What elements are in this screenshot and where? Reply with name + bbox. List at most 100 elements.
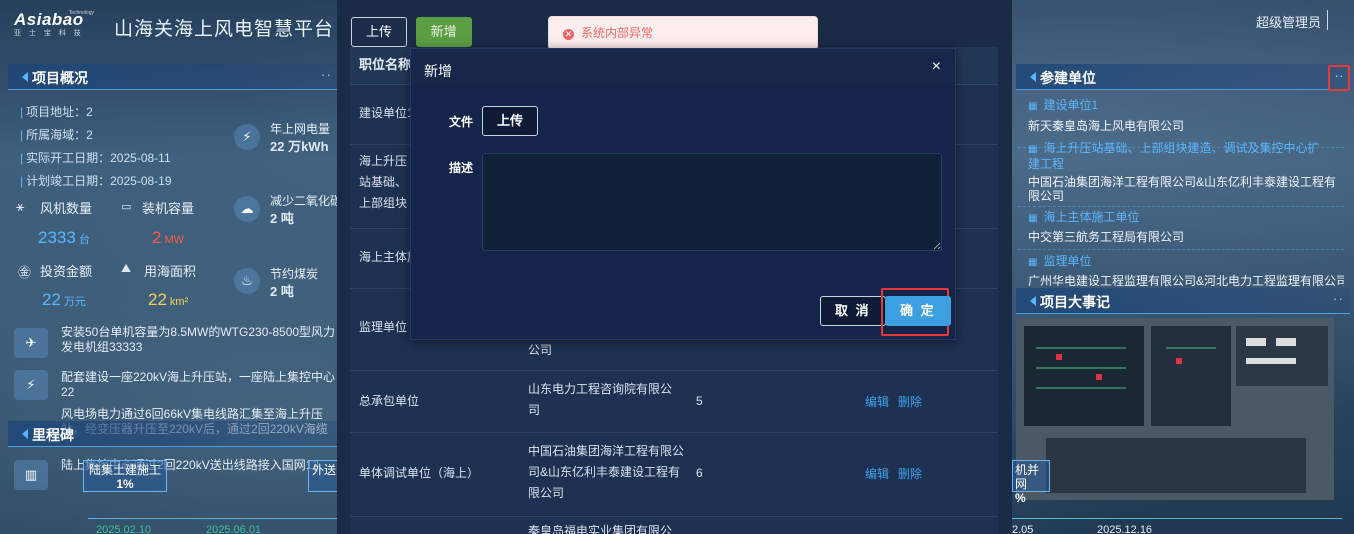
cell-company: 秦皇岛福电实业集团有限公 [528,524,673,534]
desc-station: 配套建设一座220kV海上升压站，一座陆上集控中心22 [61,370,336,399]
area-icon: ⛰ [121,261,132,275]
description-textarea[interactable] [482,153,942,251]
dialog-title: 新增 [424,63,452,79]
timeline-date-2: 2025.06.01 [206,524,262,534]
table-row: 秦皇岛福电实业集团有限公 [350,517,998,534]
unit-title: 海上升压站基础、上部组块建造、调试及集控中心扩建工程 [1028,141,1328,171]
unit-title: 海上主体施工单位 [1028,210,1344,226]
milestone-grid-name: 机并网 [1015,463,1040,491]
toast-message: 系统内部异常 [581,26,654,40]
capacity-value: 2 MW [152,228,185,247]
cell-position: 建设单位1 [359,106,414,120]
fans-value: 2333 台 [38,228,90,247]
turbine-icon: ✈ [14,328,48,358]
coal-label: 节约煤炭 [270,267,319,281]
events-more-button[interactable]: ·· [1333,290,1344,306]
app-title: 山海关海上风电智慧平台 [114,19,335,40]
unit-title: 建设单位1 [1028,98,1344,114]
overview-more-button[interactable]: ·· [321,66,332,82]
milestone-1-pct: 1% [116,477,134,491]
milestone-grid[interactable]: 机并网 % [1012,460,1050,505]
table-row: 单体调试单位（海上） 中国石油集团海洋工程有限公司&山东亿利丰泰建设工程有限公司… [350,433,998,517]
station-icon: ⚡ [14,370,48,400]
co2-label: 减少二氧化碳 [270,194,343,208]
info-end-date: 计划竣工日期：2025-08-19 [20,172,171,189]
header-divider [1327,10,1328,30]
cell-num: 5 [696,394,703,408]
milestone-grid-pct: % [1015,491,1026,505]
event-photo[interactable] [1016,318,1334,500]
milestone-1[interactable]: 陆集土建施工 1% [83,460,167,492]
coal-value: 2 吨 [270,284,294,299]
lightning-icon: ⚡ [234,124,260,150]
cell-company: 公司 [528,343,553,357]
cell-company: 山东电力工程咨询院有限公司 [528,382,673,417]
fan-icon: ⚹ [16,198,25,214]
edit-link[interactable]: 编辑 [865,464,889,485]
unit-item: 海上升压站基础、上部组块建造、调试及集控中心扩建工程 中国石油集团海洋工程有限公… [1018,141,1344,207]
info-address: 项目地址：2 [20,103,93,120]
cell-position: 单体调试单位（海上） [359,466,480,480]
delete-link[interactable]: 删除 [898,392,922,413]
edit-link[interactable]: 编辑 [865,392,889,413]
toolbar: 上传 新增 [351,17,472,47]
milestone-title: 里程碑 [16,425,74,445]
unit-name: 中国石油集团海洋工程有限公司&山东亿利丰泰建设工程有限公司 [1028,175,1337,203]
ok-button[interactable]: 确 定 [885,296,951,326]
timeline-date-4: 2025.12.16 [1097,524,1153,534]
units-panel-header: 参建单位 [1016,64,1350,90]
events-panel-header: 项目大事记 ·· [1016,288,1350,314]
info-sea-area: 所属海域：2 [20,126,93,143]
cancel-button[interactable]: 取 消 [820,296,886,326]
company-logo: Technology Asiabao 亚 士 宝 科 技 [14,10,94,42]
error-icon: ✕ [563,29,574,40]
toolbar-upload-button[interactable]: 上传 [351,17,408,47]
desc-label: 描述 [449,161,474,175]
user-name[interactable]: 超级管理员 [1256,12,1321,31]
unit-name: 广州华电建设工程监理有限公司&河北电力工程监理有限公司 [1028,274,1344,286]
unit-item: 海上主体施工单位 中交第三航务工程局有限公司 [1018,210,1344,250]
unit-name: 新天秦皇岛海上风电有限公司 [1028,119,1185,133]
file-upload-button[interactable]: 上传 [482,106,539,136]
logo-tech-text: Technology [68,10,94,16]
cell-company: 中国石油集团海洋工程有限公司&山东亿利丰泰建设工程有限公司 [528,444,685,500]
cell-num: 6 [696,466,703,480]
cell-position: 海上升压站基础、上部组块建造、调试及集控中心扩建工程 [359,154,408,210]
add-dialog: 新增 × 文件 上传 描述 取 消 确 定 [410,48,956,340]
control-room-image [1016,318,1334,500]
cell-position: 总承包单位 [359,394,420,408]
overview-title: 项目概况 [16,68,88,88]
sea-area-label: 用海面积 [144,264,197,279]
unit-title: 监理单位 [1028,254,1344,270]
units-title: 参建单位 [1024,68,1096,88]
flame-icon: ♨ [234,268,260,294]
desc-turbines: 安装50台单机容量为8.5MW的WTG230-8500型风力发电机组33333 [61,325,336,354]
milestone-1-name: 陆集土建施工 [88,463,161,477]
delete-link[interactable]: 删除 [898,464,922,485]
milestone-panel-header: 里程碑 [8,421,338,447]
sea-area-value: 22 km² [148,290,189,309]
grid-icon: ▥ [14,460,48,490]
table-row: 总承包单位 山东电力工程咨询院有限公司 5 编辑 删除 [350,371,998,433]
events-title: 项目大事记 [1024,292,1110,312]
co2-value: 2 吨 [270,211,294,226]
timeline-date-3: 2.05 [1012,524,1034,534]
power-label: 年上网电量 [270,122,331,136]
units-more-button[interactable]: ·· [1328,65,1350,91]
toolbar-add-button[interactable]: 新增 [415,17,472,47]
fans-label: 风机数量 [40,201,93,216]
invest-value: 22 万元 [42,290,86,309]
info-start-date: 实际开工日期：2025-08-11 [20,149,171,166]
cell-position: 监理单位 [359,320,408,334]
power-value: 22 万kWh [270,139,329,154]
timeline-date-1: 2025.02.10 [96,524,152,534]
close-icon[interactable]: × [932,58,941,76]
timeline-line [88,518,338,519]
invest-label: 投资金额 [40,264,93,279]
unit-name: 中交第三航务工程局有限公司 [1028,230,1185,244]
capacity-icon: ▭ [121,201,132,213]
overview-panel-header: 项目概况 ·· [8,64,338,90]
error-toast: ✕ 系统内部异常 [548,16,818,50]
logo-sub-text: 亚 士 宝 科 技 [14,30,84,37]
dialog-body: 文件 上传 描述 取 消 确 定 [411,86,955,339]
